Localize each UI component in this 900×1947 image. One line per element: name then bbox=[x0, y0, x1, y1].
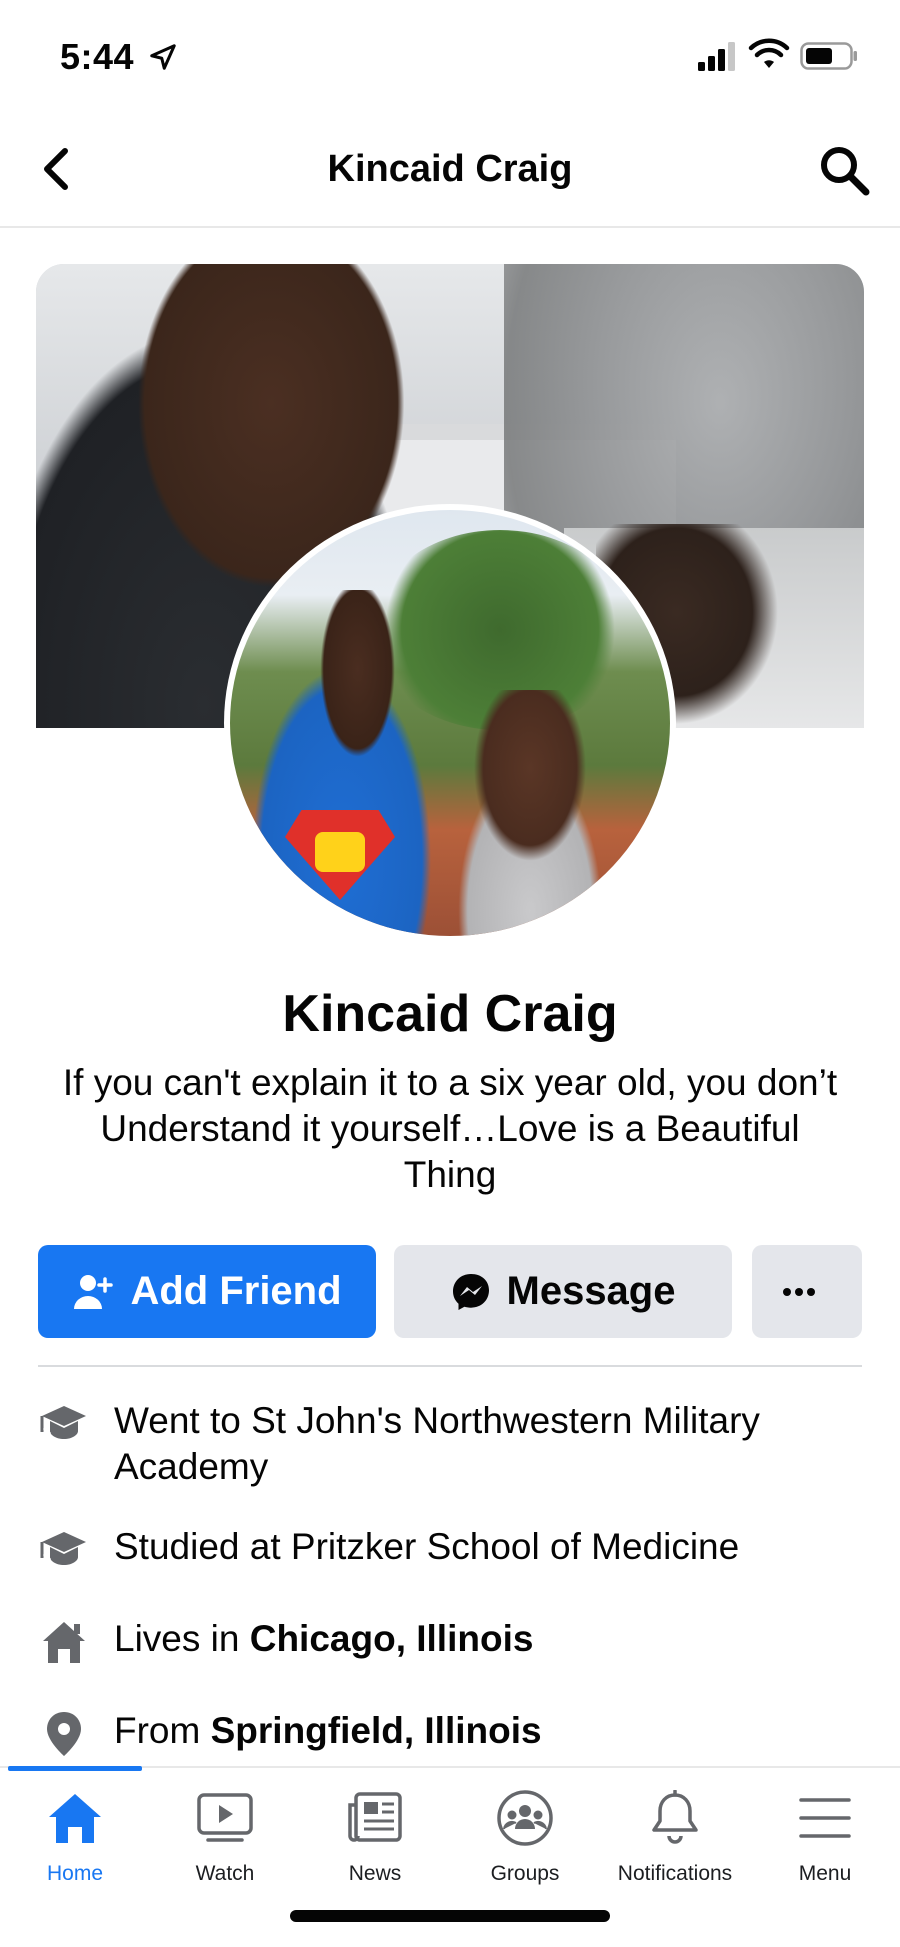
tab-label: News bbox=[348, 1862, 402, 1885]
avatar-girl bbox=[420, 690, 640, 936]
add-friend-icon bbox=[74, 1274, 114, 1309]
detail-text: Studied at Pritzker School of Medicine bbox=[114, 1524, 739, 1570]
tab-groups[interactable]: Groups bbox=[450, 1788, 600, 1898]
profile-picture[interactable] bbox=[224, 504, 676, 942]
signal-icon bbox=[698, 42, 735, 71]
messenger-icon bbox=[452, 1273, 489, 1310]
message-label: Message bbox=[506, 1269, 676, 1313]
avatar bbox=[230, 510, 670, 936]
home-indicator[interactable] bbox=[290, 1910, 610, 1922]
profile-header: Kincaid Craig bbox=[0, 112, 900, 228]
tab-label: Menu bbox=[798, 1862, 852, 1885]
detail-prefix: Went to St John's Northwestern Military … bbox=[114, 1400, 760, 1487]
tab-label: Watch bbox=[195, 1862, 255, 1885]
tab-label: Home bbox=[46, 1862, 104, 1885]
tab-watch[interactable]: Watch bbox=[150, 1788, 300, 1898]
tab-label: Groups bbox=[490, 1862, 560, 1885]
add-friend-button[interactable]: Add Friend bbox=[38, 1245, 376, 1338]
detail-bold: Chicago, Illinois bbox=[249, 1618, 534, 1659]
detail-text: Lives in Chicago, Illinois bbox=[114, 1616, 533, 1662]
location-pin-icon bbox=[38, 1708, 90, 1760]
groups-icon bbox=[495, 1788, 555, 1848]
detail-education-school[interactable]: Went to St John's Northwestern Military … bbox=[38, 1398, 862, 1490]
home-icon bbox=[45, 1788, 105, 1848]
profile-name: Kincaid Craig bbox=[282, 985, 618, 1043]
detail-bold: Springfield, Illinois bbox=[210, 1710, 542, 1751]
detail-from[interactable]: From Springfield, Illinois bbox=[38, 1708, 862, 1760]
add-friend-label: Add Friend bbox=[130, 1269, 342, 1313]
bell-icon bbox=[645, 1788, 705, 1848]
active-tab-indicator bbox=[8, 1766, 142, 1771]
message-button[interactable]: Message bbox=[394, 1245, 732, 1338]
graduation-cap-icon bbox=[38, 1398, 90, 1450]
status-bar: 5:44 bbox=[0, 0, 900, 112]
graduation-cap-icon bbox=[38, 1524, 90, 1576]
detail-lives-in[interactable]: Lives in Chicago, Illinois bbox=[38, 1616, 862, 1668]
search-icon[interactable] bbox=[816, 142, 872, 198]
detail-prefix: Studied at Pritzker School of Medicine bbox=[114, 1526, 740, 1567]
divider bbox=[38, 1365, 862, 1367]
news-icon bbox=[345, 1788, 405, 1848]
more-options-button[interactable] bbox=[752, 1245, 862, 1338]
tab-notifications[interactable]: Notifications bbox=[600, 1788, 750, 1898]
more-dots-icon bbox=[783, 1287, 815, 1296]
battery-icon bbox=[800, 42, 857, 70]
profile-actions: Add Friend Message bbox=[38, 1245, 862, 1338]
watch-icon bbox=[195, 1788, 255, 1848]
location-arrow-icon bbox=[150, 44, 176, 70]
status-time: 5:44 bbox=[60, 36, 135, 77]
wifi-icon bbox=[748, 38, 790, 68]
detail-prefix: Lives in bbox=[114, 1618, 250, 1659]
tab-label: Notifications bbox=[617, 1862, 733, 1885]
profile-bio: If you can't explain it to a six year ol… bbox=[62, 1062, 838, 1195]
menu-icon bbox=[795, 1788, 855, 1848]
detail-text: From Springfield, Illinois bbox=[114, 1708, 542, 1754]
tab-news[interactable]: News bbox=[300, 1788, 450, 1898]
detail-text: Went to St John's Northwestern Military … bbox=[114, 1398, 862, 1490]
tab-menu[interactable]: Menu bbox=[750, 1788, 900, 1898]
tab-home[interactable]: Home bbox=[0, 1788, 150, 1898]
home-icon bbox=[38, 1616, 90, 1668]
detail-prefix: From bbox=[114, 1710, 211, 1751]
detail-education-college[interactable]: Studied at Pritzker School of Medicine bbox=[38, 1524, 862, 1576]
page-title: Kincaid Craig bbox=[327, 148, 573, 190]
